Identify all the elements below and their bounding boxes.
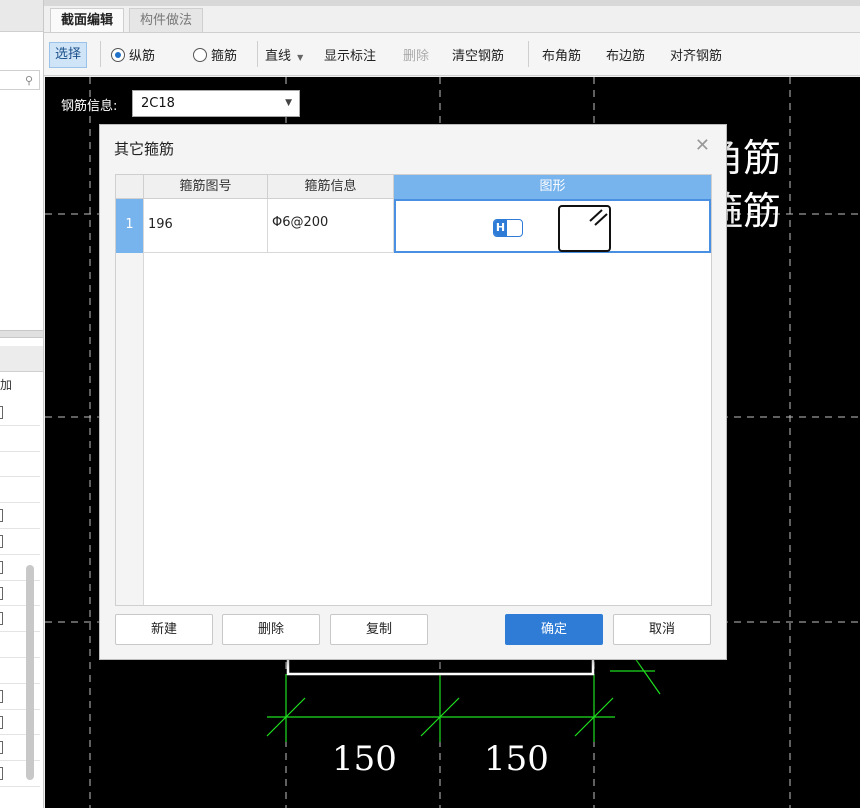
list-item[interactable] [0, 452, 40, 478]
table-header-shape[interactable]: 图形 [394, 175, 711, 199]
select-button[interactable]: 选择 [49, 42, 88, 68]
list-item[interactable] [0, 503, 40, 529]
radio-stirrup[interactable]: 箍筋 [193, 45, 237, 64]
clear-rebar-button[interactable]: 清空钢筋 [452, 45, 504, 64]
list-item[interactable] [0, 684, 40, 710]
checkbox[interactable] [0, 406, 3, 419]
show-annotation-button[interactable]: 显示标注 [324, 45, 376, 64]
dimension-label-right: 150 [484, 739, 549, 779]
chevron-down-icon: ▼ [285, 98, 292, 108]
list-item[interactable] [0, 400, 40, 426]
tab-section-edit[interactable]: 截面编辑 [50, 8, 125, 32]
left-panel-splitter[interactable] [0, 330, 43, 338]
checkbox[interactable] [0, 741, 3, 755]
cell-rebar-info[interactable]: Φ6@200 [268, 199, 394, 253]
checkbox[interactable] [0, 689, 3, 703]
list-item[interactable] [0, 606, 40, 633]
left-panel-scrollbar[interactable] [26, 565, 34, 780]
delete-button[interactable]: 删除 [403, 45, 429, 64]
list-item[interactable] [0, 658, 40, 684]
checkbox[interactable] [0, 534, 3, 548]
left-panel: ⚲ 加 [0, 0, 44, 808]
list-item[interactable] [0, 710, 40, 736]
list-item[interactable] [0, 761, 40, 787]
checkbox[interactable] [0, 612, 3, 626]
hook-icon-letter: H [494, 220, 507, 236]
left-panel-header [0, 346, 43, 372]
dialog-title: 其它箍筋 [114, 140, 175, 158]
checkbox[interactable] [0, 586, 3, 600]
cancel-button[interactable]: 取消 [613, 614, 711, 645]
list-item[interactable] [0, 529, 40, 555]
delete-row-button[interactable]: 删除 [222, 614, 320, 645]
line-dropdown[interactable]: 直线 ▼ [265, 45, 303, 64]
corner-rebar-button[interactable]: 布角筋 [542, 45, 581, 64]
cell-figure-no[interactable]: 196 [144, 199, 268, 253]
checkbox[interactable] [0, 560, 3, 574]
tab-bar: 截面编辑 构件做法 [44, 0, 860, 33]
chevron-down-icon: ▼ [297, 53, 304, 62]
tab-bar-strip [44, 0, 860, 6]
radio-longitudinal-label: 纵筋 [129, 49, 156, 64]
table-header-index [116, 175, 144, 199]
left-panel-topbar [0, 0, 43, 32]
list-item[interactable] [0, 581, 40, 607]
left-panel-column-head: 加 [0, 378, 13, 392]
list-item[interactable] [0, 477, 40, 504]
list-item[interactable] [0, 632, 40, 658]
stirrup-hook-mark [589, 209, 608, 226]
other-stirrup-dialog: 其它箍筋 ✕ 箍筋图号 箍筋信息 图形 1 196 Φ6@200 H 新建 删除… [99, 124, 727, 660]
radio-checked-icon[interactable] [111, 48, 125, 62]
table-header-figure-no[interactable]: 箍筋图号 [144, 175, 268, 199]
list-item[interactable] [0, 555, 40, 581]
row-index[interactable]: 1 [116, 199, 144, 253]
radio-unchecked-icon[interactable] [193, 48, 207, 62]
rebar-info-label: 钢筋信息: [61, 99, 118, 114]
toolbar-divider [100, 41, 101, 67]
left-panel-search-input[interactable]: ⚲ [0, 70, 40, 90]
rebar-info-select[interactable]: 2C18 ▼ [132, 90, 300, 117]
side-rebar-button[interactable]: 布边筋 [606, 45, 645, 64]
toolbar-divider [257, 41, 258, 67]
stirrup-table: 箍筋图号 箍筋信息 图形 1 196 Φ6@200 H [115, 174, 712, 606]
cell-shape[interactable]: H [394, 199, 711, 253]
checkbox[interactable] [0, 715, 3, 729]
table-row-gutter [116, 253, 144, 605]
table-header: 箍筋图号 箍筋信息 图形 [116, 175, 711, 199]
checkbox[interactable] [0, 767, 3, 781]
toolbar: 选择 纵筋 箍筋 直线 ▼ 显示标注 删除 清空钢筋 布角筋 布边筋 对齐钢筋 [44, 33, 860, 76]
left-panel-list [0, 400, 40, 787]
stirrup-shape-preview[interactable] [558, 205, 611, 252]
close-icon[interactable]: ✕ [695, 135, 710, 156]
tab-component-method[interactable]: 构件做法 [129, 8, 204, 32]
search-icon[interactable]: ⚲ [25, 74, 33, 87]
radio-stirrup-label: 箍筋 [211, 49, 238, 64]
checkbox[interactable] [0, 509, 3, 523]
line-dropdown-label: 直线 [265, 49, 292, 64]
align-rebar-button[interactable]: 对齐钢筋 [670, 45, 722, 64]
list-item[interactable] [0, 426, 40, 452]
list-item[interactable] [0, 735, 40, 762]
table-row[interactable]: 1 196 Φ6@200 H [116, 199, 711, 253]
ok-button[interactable]: 确定 [505, 614, 603, 645]
table-header-info[interactable]: 箍筋信息 [268, 175, 394, 199]
copy-button[interactable]: 复制 [330, 614, 428, 645]
rebar-info-value: 2C18 [141, 96, 175, 111]
toolbar-divider [528, 41, 529, 67]
radio-longitudinal[interactable]: 纵筋 [111, 45, 155, 64]
dimension-label-left: 150 [332, 739, 397, 779]
hook-icon[interactable]: H [493, 219, 523, 237]
new-button[interactable]: 新建 [115, 614, 213, 645]
